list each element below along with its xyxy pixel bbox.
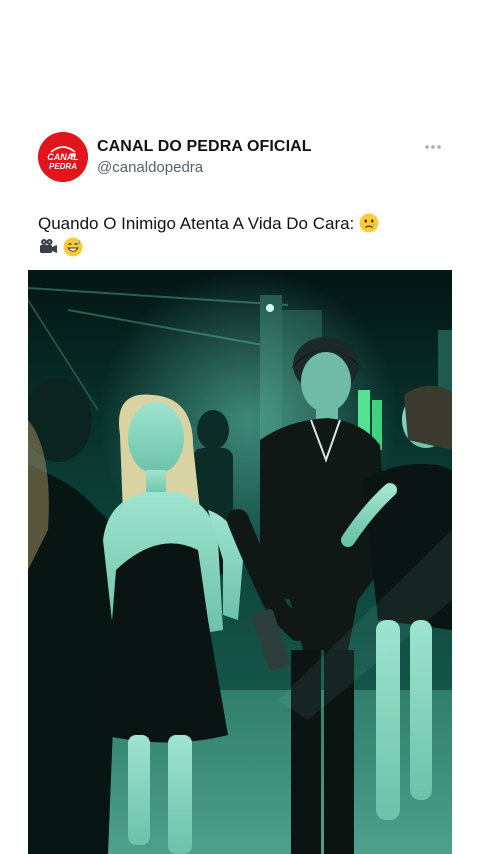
author-display-name[interactable]: CANAL DO PEDRA OFICIAL <box>97 138 312 156</box>
avatar[interactable]: CANAL PEDRA <box>38 132 88 182</box>
post-text: Quando O Inimigo Atenta A Vida Do Cara: <box>38 212 448 260</box>
svg-text:PEDRA: PEDRA <box>49 162 77 171</box>
post-text-line: Quando O Inimigo Atenta A Vida Do Cara: <box>38 214 355 233</box>
author-handle[interactable]: @canaldopedra <box>97 159 312 177</box>
grinning-sweat-face-emoji-icon <box>63 237 83 257</box>
post-video[interactable] <box>28 270 452 854</box>
channel-logo-icon: CANAL PEDRA <box>38 132 88 182</box>
nightclub-scene-image <box>28 270 452 854</box>
crying-face-emoji-icon <box>359 213 379 233</box>
author-info[interactable]: CANAL DO PEDRA OFICIAL @canaldopedra <box>97 138 312 177</box>
movie-camera-emoji-icon <box>38 237 58 257</box>
post-header: CANAL PEDRA CANAL DO PEDRA OFICIAL @cana… <box>38 132 448 184</box>
more-horizontal-icon[interactable] <box>424 138 442 149</box>
